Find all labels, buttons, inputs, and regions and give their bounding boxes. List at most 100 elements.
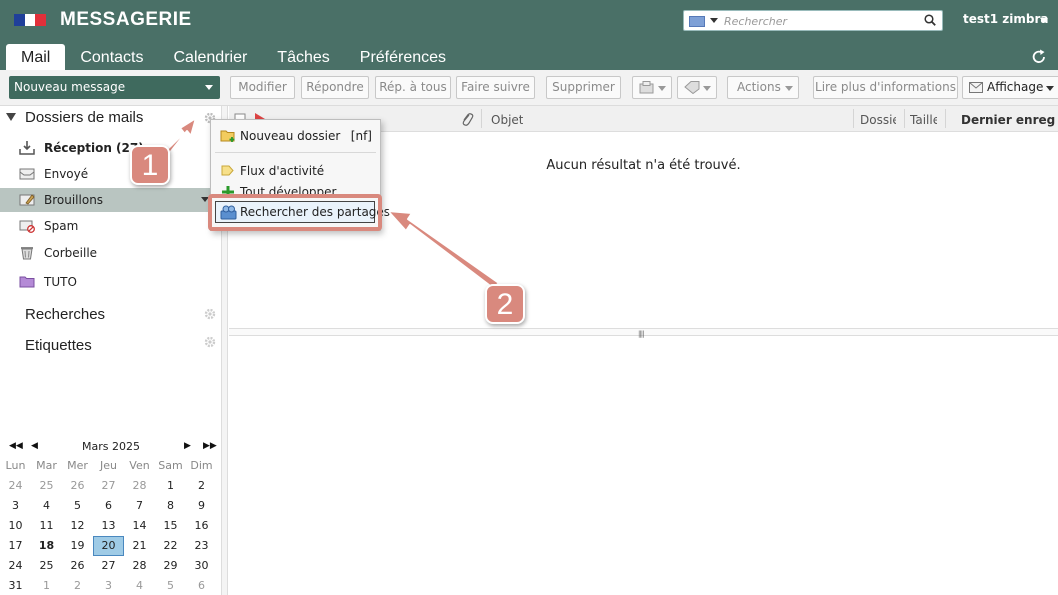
display-button[interactable]: Affichage bbox=[962, 76, 1058, 99]
calendar-day[interactable]: 20 bbox=[93, 536, 124, 556]
next-month-icon[interactable]: ▶ bbox=[184, 441, 191, 451]
tag-button[interactable] bbox=[677, 76, 717, 99]
gear-icon[interactable] bbox=[204, 308, 216, 320]
folder-drafts[interactable]: Brouillons bbox=[0, 188, 222, 212]
calendar-day[interactable]: 17 bbox=[0, 536, 31, 556]
calendar-day[interactable]: 4 bbox=[31, 496, 62, 516]
column-subject[interactable]: Objet bbox=[491, 113, 523, 127]
attachment-icon[interactable] bbox=[460, 112, 474, 127]
calendar-day[interactable]: 26 bbox=[62, 476, 93, 496]
splitter-grip-icon[interactable]: |||| bbox=[638, 330, 645, 338]
calendar-day[interactable]: 11 bbox=[31, 516, 62, 536]
calendar-day[interactable]: 14 bbox=[124, 516, 155, 536]
chevron-down-icon[interactable] bbox=[785, 86, 793, 91]
calendar-day[interactable]: 27 bbox=[93, 476, 124, 496]
tab-tasks[interactable]: Tâches bbox=[262, 44, 344, 70]
calendar-day[interactable]: 12 bbox=[62, 516, 93, 536]
menu-item-expand-all[interactable]: Tout développer bbox=[211, 181, 380, 195]
calendar-day[interactable]: 24 bbox=[0, 476, 31, 496]
tab-mail[interactable]: Mail bbox=[6, 44, 66, 70]
calendar-day[interactable]: 18 bbox=[31, 536, 62, 556]
mail-toolbar: Nouveau message Modifier Répondre Rép. à… bbox=[0, 70, 1058, 106]
calendar-day[interactable]: 3 bbox=[93, 576, 124, 595]
folder-trash[interactable]: Corbeille bbox=[0, 241, 222, 265]
calendar-day[interactable]: 10 bbox=[0, 516, 31, 536]
chevron-down-icon[interactable] bbox=[205, 85, 213, 90]
calendar-day[interactable]: 5 bbox=[62, 496, 93, 516]
tab-preferences[interactable]: Préférences bbox=[345, 44, 461, 70]
next-year-icon[interactable]: ▶▶ bbox=[203, 441, 217, 451]
mail-search-type-icon[interactable] bbox=[689, 16, 705, 27]
menu-item-new-folder[interactable]: Nouveau dossier [nf] bbox=[211, 125, 380, 147]
folder-spam[interactable]: Spam bbox=[0, 214, 222, 238]
calendar-day[interactable]: 21 bbox=[124, 536, 155, 556]
modify-button[interactable]: Modifier bbox=[230, 76, 295, 99]
calendar-day[interactable]: 28 bbox=[124, 556, 155, 576]
chevron-down-icon[interactable] bbox=[658, 86, 666, 91]
chevron-down-icon[interactable] bbox=[1040, 18, 1048, 23]
column-folder[interactable]: Dossie bbox=[860, 113, 896, 127]
tab-calendar[interactable]: Calendrier bbox=[158, 44, 262, 70]
calendar-day[interactable]: 29 bbox=[155, 556, 186, 576]
search-input[interactable] bbox=[724, 13, 914, 29]
delete-button[interactable]: Supprimer bbox=[546, 76, 621, 99]
calendar-day[interactable]: 6 bbox=[186, 576, 217, 595]
searches-section-title[interactable]: Recherches bbox=[25, 306, 105, 323]
calendar-day[interactable]: 31 bbox=[0, 576, 31, 595]
calendar-day[interactable]: 8 bbox=[155, 496, 186, 516]
column-separator bbox=[904, 109, 905, 128]
reply-all-button[interactable]: Rép. à tous bbox=[375, 76, 451, 99]
calendar-day[interactable]: 25 bbox=[31, 556, 62, 576]
calendar-day[interactable]: 27 bbox=[93, 556, 124, 576]
collapse-triangle-icon[interactable] bbox=[6, 113, 16, 121]
tab-contacts[interactable]: Contacts bbox=[65, 44, 158, 70]
calendar-day[interactable]: 23 bbox=[186, 536, 217, 556]
calendar-day[interactable]: 1 bbox=[155, 476, 186, 496]
actions-button[interactable]: Actions bbox=[727, 76, 799, 99]
folder-inbox[interactable]: Réception (27) bbox=[0, 136, 222, 160]
calendar-day[interactable]: 30 bbox=[186, 556, 217, 576]
user-menu[interactable]: test1 zimbra bbox=[963, 12, 1049, 26]
move-button[interactable] bbox=[632, 76, 672, 99]
reading-pane-splitter[interactable]: |||| bbox=[229, 328, 1058, 338]
folders-section-title[interactable]: Dossiers de mails bbox=[25, 109, 143, 126]
search-box[interactable] bbox=[683, 10, 943, 31]
chevron-down-icon[interactable] bbox=[703, 86, 711, 91]
menu-item-activity-stream[interactable]: Flux d'activité bbox=[211, 160, 380, 182]
reply-button[interactable]: Répondre bbox=[301, 76, 369, 99]
new-message-button[interactable]: Nouveau message bbox=[9, 76, 220, 99]
activity-stream-icon bbox=[221, 165, 234, 176]
calendar-day[interactable]: 19 bbox=[62, 536, 93, 556]
calendar-day[interactable]: 6 bbox=[93, 496, 124, 516]
calendar-day[interactable]: 22 bbox=[155, 536, 186, 556]
read-more-button[interactable]: Lire plus d'informations bbox=[813, 76, 958, 99]
tags-section-title[interactable]: Etiquettes bbox=[25, 337, 92, 354]
calendar-day[interactable]: 25 bbox=[31, 476, 62, 496]
calendar-day[interactable]: 2 bbox=[62, 576, 93, 595]
refresh-icon[interactable] bbox=[1030, 48, 1048, 66]
forward-button[interactable]: Faire suivre bbox=[456, 76, 535, 99]
sent-icon bbox=[19, 168, 35, 180]
chevron-down-icon[interactable] bbox=[1046, 86, 1054, 91]
folder-sent[interactable]: Envoyé bbox=[0, 162, 222, 186]
column-last-saved[interactable]: Dernier enregist bbox=[961, 113, 1056, 127]
calendar-day[interactable]: 2 bbox=[186, 476, 217, 496]
search-icon[interactable] bbox=[924, 14, 936, 26]
calendar-day[interactable]: 15 bbox=[155, 516, 186, 536]
calendar-day[interactable]: 13 bbox=[93, 516, 124, 536]
column-size[interactable]: Taille bbox=[910, 113, 937, 127]
calendar-day[interactable]: 3 bbox=[0, 496, 31, 516]
calendar-day[interactable]: 16 bbox=[186, 516, 217, 536]
calendar-day[interactable]: 26 bbox=[62, 556, 93, 576]
gear-icon[interactable] bbox=[204, 336, 216, 348]
calendar-day[interactable]: 24 bbox=[0, 556, 31, 576]
folder-tuto[interactable]: TUTO bbox=[0, 270, 222, 294]
calendar-day[interactable]: 5 bbox=[155, 576, 186, 595]
calendar-day[interactable]: 9 bbox=[186, 496, 217, 516]
calendar-day[interactable]: 1 bbox=[31, 576, 62, 595]
search-type-dropdown-icon[interactable] bbox=[710, 18, 718, 23]
calendar-day[interactable]: 4 bbox=[124, 576, 155, 595]
calendar-day[interactable]: 7 bbox=[124, 496, 155, 516]
calendar-weekday: Jeu bbox=[100, 459, 117, 472]
calendar-day[interactable]: 28 bbox=[124, 476, 155, 496]
